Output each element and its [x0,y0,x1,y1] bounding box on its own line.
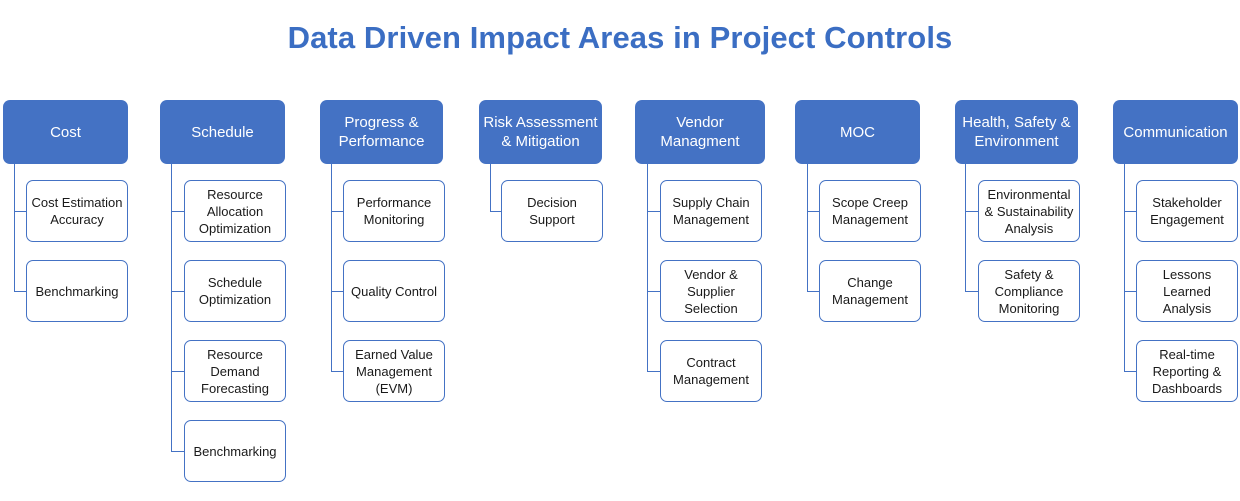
connector-stub [807,211,819,212]
impact-item-box[interactable]: Contract Management [660,340,762,402]
impact-item-box[interactable]: Schedule Optimization [184,260,286,322]
connector-stub [331,371,343,372]
impact-item-box[interactable]: Performance Monitoring [343,180,445,242]
impact-item-box[interactable]: Real-time Reporting & Dashboards [1136,340,1238,402]
connector-stub [807,291,819,292]
diagram-canvas: Data Driven Impact Areas in Project Cont… [0,0,1240,501]
connector-stub [1124,291,1136,292]
connector-stub [171,371,184,372]
category-header-box[interactable]: Risk Assessment & Mitigation [479,100,602,164]
impact-item-box[interactable]: Safety & Compliance Monitoring [978,260,1080,322]
connector-stub [1124,371,1136,372]
connector-stub [490,211,501,212]
category-header-box[interactable]: Schedule [160,100,285,164]
connector-trunk [331,164,332,371]
impact-item-box[interactable]: Decision Support [501,180,603,242]
connector-trunk [171,164,172,451]
category-header-box[interactable]: Cost [3,100,128,164]
connector-trunk [490,164,491,211]
connector-stub [14,211,26,212]
impact-item-box[interactable]: Stakeholder Engagement [1136,180,1238,242]
connector-stub [171,211,184,212]
category-header-box[interactable]: Health, Safety & Environment [955,100,1078,164]
connector-stub [171,451,184,452]
category-header-box[interactable]: Vendor Managment [635,100,765,164]
impact-item-box[interactable]: Resource Demand Forecasting [184,340,286,402]
impact-item-box[interactable]: Benchmarking [184,420,286,482]
connector-trunk [807,164,808,291]
connector-trunk [965,164,966,291]
impact-item-box[interactable]: Earned Value Management (EVM) [343,340,445,402]
connector-trunk [1124,164,1125,371]
connector-stub [171,291,184,292]
impact-item-box[interactable]: Quality Control [343,260,445,322]
connector-stub [647,371,660,372]
connector-stub [965,211,978,212]
impact-item-box[interactable]: Lessons Learned Analysis [1136,260,1238,322]
connector-trunk [647,164,648,371]
category-header-box[interactable]: Progress & Performance [320,100,443,164]
connector-stub [647,291,660,292]
impact-item-box[interactable]: Cost Estimation Accuracy [26,180,128,242]
category-header-box[interactable]: MOC [795,100,920,164]
impact-item-box[interactable]: Environmental & Sustainability Analysis [978,180,1080,242]
page-title: Data Driven Impact Areas in Project Cont… [287,20,953,55]
impact-item-box[interactable]: Benchmarking [26,260,128,322]
impact-item-box[interactable]: Scope Creep Management [819,180,921,242]
impact-item-box[interactable]: Resource Allocation Optimization [184,180,286,242]
impact-item-box[interactable]: Change Management [819,260,921,322]
impact-item-box[interactable]: Supply Chain Management [660,180,762,242]
connector-stub [331,291,343,292]
connector-stub [1124,211,1136,212]
category-header-box[interactable]: Communication [1113,100,1238,164]
connector-trunk [14,164,15,291]
connector-stub [647,211,660,212]
connector-stub [965,291,978,292]
connector-stub [331,211,343,212]
impact-item-box[interactable]: Vendor & Supplier Selection [660,260,762,322]
connector-stub [14,291,26,292]
